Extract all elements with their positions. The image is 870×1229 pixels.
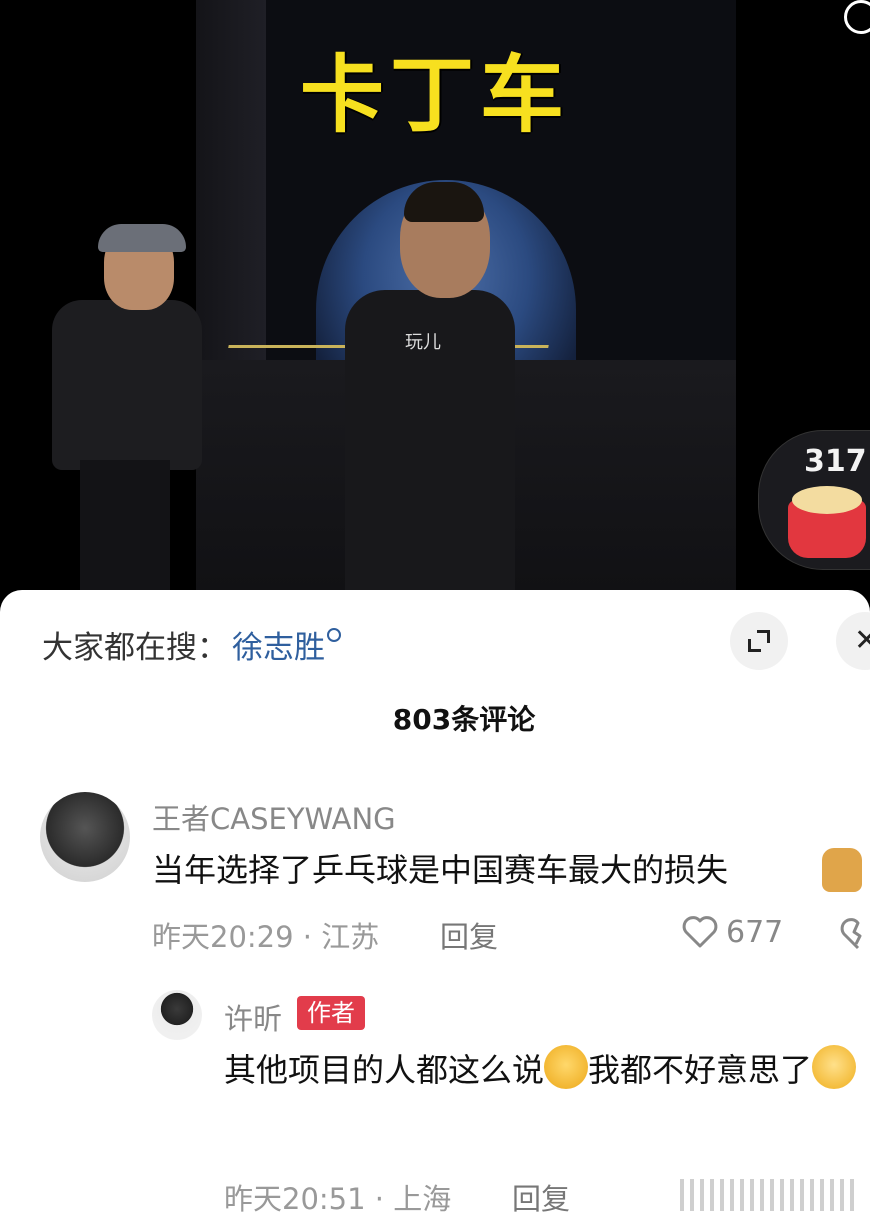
like-button[interactable]: 677 [680,912,783,952]
search-icon [327,628,341,642]
cat-emoji-icon [822,848,862,892]
comment-text: 当年选择了乒乓球是中国赛车最大的损失 [152,851,729,889]
comment-time-location: 昨天20:29 · 江苏 [152,920,380,954]
reply-username[interactable]: 许昕 [224,996,282,1038]
reply-text: 其他项目的人都这么说 我都不好意思了 [224,1040,870,1100]
author-badge: 作者 [297,996,365,1030]
watermark [680,1174,854,1216]
heart-icon [682,916,718,948]
avatar[interactable] [40,792,130,882]
comments-sheet [0,590,870,1229]
comment-username[interactable]: 王者CASEYWANG [152,796,396,838]
gift-coin-count: 317 [804,444,867,479]
grinning-sweat-emoji-icon [812,1045,857,1089]
ring-icon[interactable] [844,0,870,34]
reply-text-part2: 我都不好意思了 [588,1051,813,1089]
expand-icon [748,630,770,652]
reply-time-location: 昨天20:51 · 上海 [224,1182,452,1216]
shirt-print: 玩儿 [405,332,441,353]
expand-button[interactable] [730,612,788,670]
person-left-body [52,300,202,470]
trending-search-label: 大家都在搜： [42,629,228,666]
reply-text-part1: 其他项目的人都这么说 [224,1051,545,1089]
close-icon: ✕ [854,623,870,658]
reply-button[interactable]: 回复 [440,914,498,956]
like-count: 677 [726,914,784,950]
trending-search-term[interactable]: 徐志胜 [232,622,325,667]
reply-avatar[interactable] [152,990,202,1040]
laughing-emoji-icon [544,1045,589,1089]
person-left-legs [80,460,170,590]
person-left-cap [98,224,186,252]
video-player[interactable]: 玩儿 卡丁车 317 [0,0,870,600]
trending-search[interactable]: 大家都在搜： 徐志胜 [42,622,341,666]
comment-count-title: 803条评论 [392,703,536,736]
reply-reply-button[interactable]: 回复 [512,1176,570,1218]
coins-icon [792,486,862,514]
broken-heart-icon[interactable] [838,914,870,954]
video-caption-title: 卡丁车 [299,46,570,144]
